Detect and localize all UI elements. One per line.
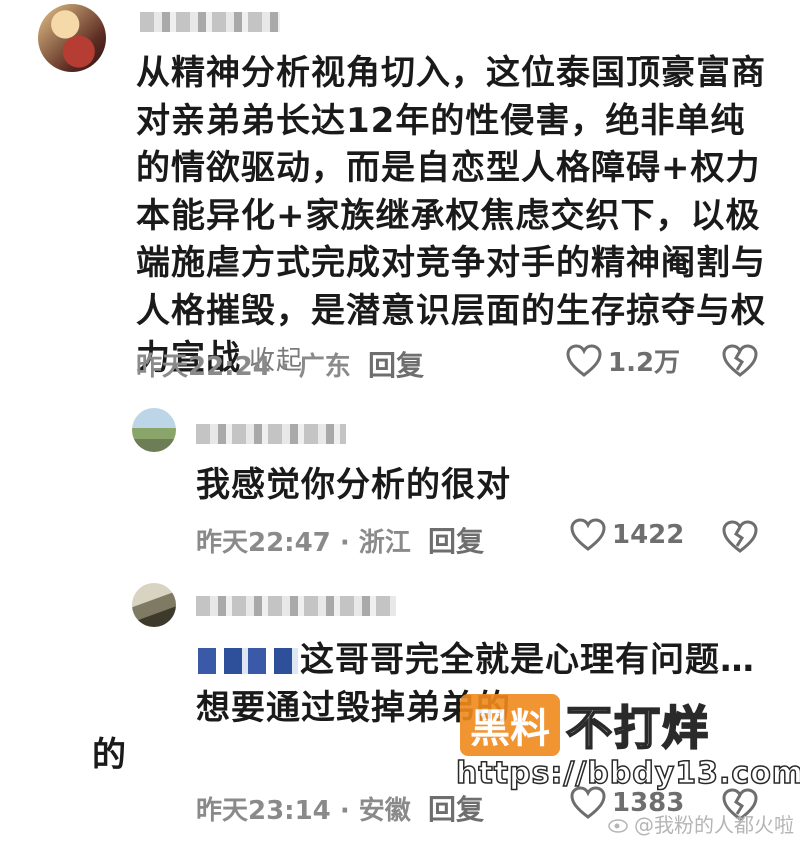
watermark-badge: 黑料	[460, 694, 560, 756]
comment-time-location: 昨天23:14 · 安徽	[196, 796, 411, 826]
reply-button[interactable]: 回复	[368, 344, 424, 384]
weibo-watermark: @我粉的人都火啦	[608, 809, 794, 838]
watermark-text: 不打烊	[565, 700, 710, 756]
watermark-logo: 黑料 不打烊	[460, 692, 710, 758]
username-blurred[interactable]	[196, 596, 396, 616]
reply-button[interactable]: 回复	[428, 520, 484, 560]
heart-icon	[570, 786, 606, 820]
comment-time-location: 昨天22:24 · 广东	[136, 352, 351, 382]
weibo-icon	[608, 815, 630, 833]
reply-button[interactable]: 回复	[428, 788, 484, 828]
comment-body: 我感觉你分析的很对	[196, 465, 511, 505]
dislike-button[interactable]	[722, 344, 758, 378]
watermark-url: https://bbdy13.com	[455, 755, 800, 792]
broken-heart-icon	[722, 520, 758, 554]
comment-text: 从精神分析视角切入，这位泰国顶豪富商对亲弟弟长达12年的性侵害，绝非单纯的情欲驱…	[136, 50, 776, 386]
username-blurred[interactable]	[196, 424, 346, 444]
comment-time-location: 昨天22:47 · 浙江	[196, 528, 411, 558]
comment-body: 从精神分析视角切入，这位泰国顶豪富商对亲弟弟长达12年的性侵害，绝非单纯的情欲驱…	[136, 53, 766, 378]
heart-icon	[570, 518, 606, 552]
like-button[interactable]: 1422	[570, 518, 684, 552]
username-blurred[interactable]	[140, 12, 280, 32]
comment-thread: 从精神分析视角切入，这位泰国顶豪富商对亲弟弟长达12年的性侵害，绝非单纯的情欲驱…	[0, 0, 800, 844]
heart-icon	[566, 343, 602, 378]
like-count: 1.2万	[608, 348, 681, 378]
like-count: 1422	[612, 520, 685, 550]
comment-text: 我感觉你分析的很对	[196, 462, 756, 510]
broken-heart-icon	[722, 344, 758, 378]
avatar[interactable]	[132, 583, 176, 627]
avatar[interactable]	[132, 408, 176, 452]
comment-tail: 的	[92, 735, 127, 775]
dislike-button[interactable]	[722, 520, 758, 554]
avatar[interactable]	[38, 4, 106, 72]
weibo-handle: @我粉的人都火啦	[634, 813, 794, 837]
like-button[interactable]: 1.2万	[566, 342, 680, 379]
